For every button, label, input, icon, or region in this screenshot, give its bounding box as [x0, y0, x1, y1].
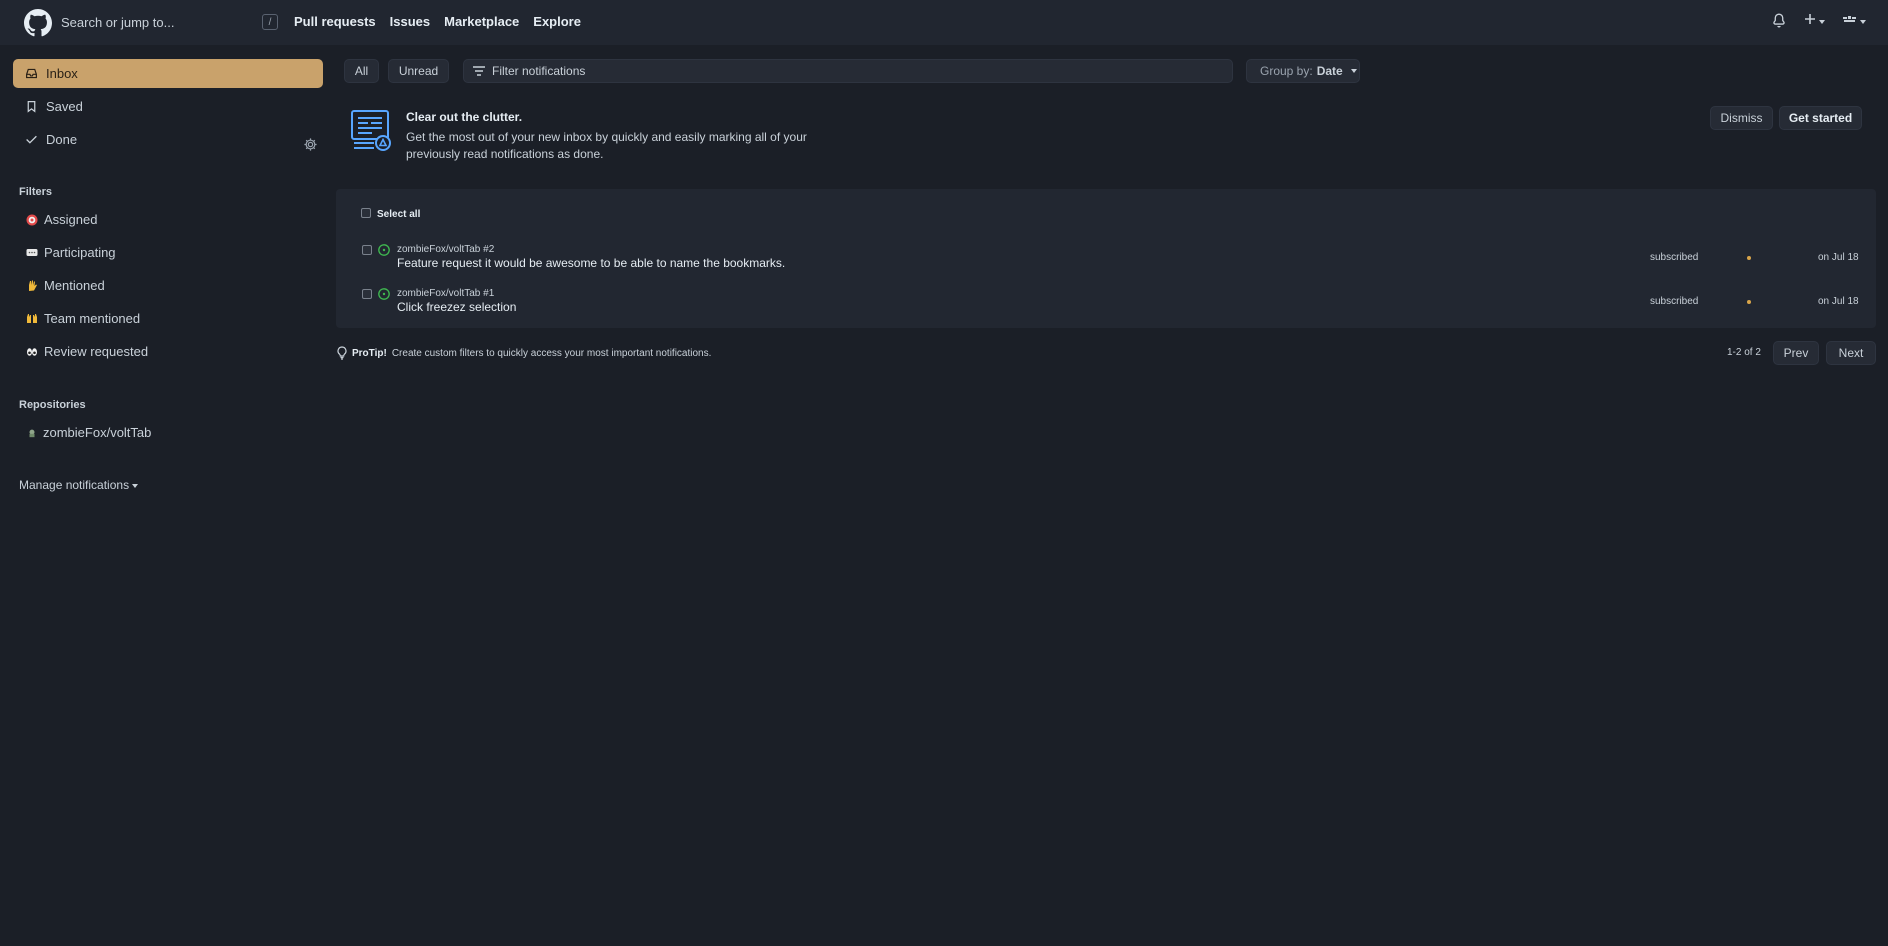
sidebar-item-repo[interactable]: zombieFox/voltTab	[27, 425, 151, 440]
avatar	[1843, 16, 1856, 22]
group-by-select[interactable]: Group by: Date	[1246, 59, 1360, 83]
unread-dot	[1747, 300, 1751, 304]
notification-date: on Jul 18	[1818, 296, 1859, 307]
nav-issues[interactable]: Issues	[390, 14, 430, 29]
eyes-emoji-icon	[27, 347, 37, 356]
filter-label: Mentioned	[44, 278, 105, 293]
notification-repo[interactable]: zombieFox/voltTab #1	[397, 288, 494, 299]
filter-label: Participating	[44, 245, 116, 260]
bookmark-icon	[27, 101, 36, 113]
filter-label: Team mentioned	[44, 311, 141, 326]
raised-hands-emoji-icon	[27, 313, 37, 323]
open-issue-icon	[378, 288, 390, 300]
bell-icon[interactable]	[1772, 13, 1786, 28]
notification-reason: subscribed	[1650, 296, 1699, 307]
nav-explore[interactable]: Explore	[533, 14, 581, 29]
filter-participating[interactable]: Participating	[26, 245, 116, 260]
dart-emoji-icon	[26, 214, 38, 225]
search-placeholder: Search or jump to...	[61, 14, 175, 30]
select-all-checkbox[interactable]	[361, 208, 371, 218]
sidebar-item-inbox[interactable]: Inbox	[13, 59, 323, 88]
filters-title: Filters	[19, 186, 53, 198]
filter-label: Assigned	[44, 212, 98, 227]
group-by-value: Date	[1316, 64, 1343, 78]
nav-pull-requests[interactable]: Pull requests	[294, 14, 376, 29]
notification-checkbox[interactable]	[362, 289, 372, 299]
sidebar-item-label: Inbox	[46, 66, 78, 81]
notification-reason: subscribed	[1650, 252, 1699, 263]
notification-repo[interactable]: zombieFox/voltTab #2	[397, 244, 494, 255]
protip: ProTip! Create custom filters to quickly…	[337, 346, 711, 360]
notification-title[interactable]: Feature request it would be awesome to b…	[397, 256, 785, 270]
open-issue-icon	[378, 244, 390, 256]
sidebar-item-done[interactable]: Done	[13, 125, 323, 154]
sidebar-item-label: Done	[46, 132, 78, 147]
gear-icon[interactable]	[303, 137, 318, 152]
banner-title: Clear out the clutter.	[406, 110, 523, 124]
filter-mentioned[interactable]: Mentioned	[26, 278, 105, 293]
slash-shortcut-hint: /	[262, 14, 278, 30]
chevron-down-icon	[1350, 69, 1357, 73]
chevron-down-icon	[1860, 19, 1866, 24]
protip-label: ProTip!	[352, 347, 387, 359]
filter-team-mentioned[interactable]: Team mentioned	[26, 311, 140, 326]
notification-checkbox[interactable]	[362, 245, 372, 255]
create-new-button[interactable]	[1804, 13, 1825, 28]
speech-bubble-emoji-icon	[26, 248, 38, 256]
filter-label: Review requested	[44, 344, 149, 359]
top-header: Search or jump to... / Pull requests Iss…	[0, 0, 1888, 45]
header-nav: Pull requests Issues Marketplace Explore	[294, 14, 581, 29]
raised-hand-emoji-icon	[29, 280, 37, 291]
inbox-clutter-illustration-icon	[351, 110, 391, 151]
notification-title[interactable]: Click freezez selection	[397, 300, 516, 314]
header-actions	[1772, 13, 1866, 28]
repositories-title: Repositories	[19, 399, 86, 411]
plus-icon	[1805, 14, 1815, 24]
check-icon	[26, 135, 37, 144]
search-input[interactable]: Search or jump to...	[61, 11, 281, 33]
tab-all[interactable]: All	[344, 59, 379, 83]
filter-review-requested[interactable]: Review requested	[26, 344, 148, 359]
chevron-down-icon	[1819, 19, 1825, 24]
next-button[interactable]: Next	[1826, 341, 1876, 365]
notification-date: on Jul 18	[1818, 252, 1859, 263]
manage-notifications-button[interactable]: Manage notifications	[19, 478, 139, 492]
chevron-down-icon	[132, 483, 139, 488]
unread-dot	[1747, 256, 1751, 260]
banner-text: Get the most out of your new inbox by qu…	[406, 130, 807, 161]
filter-assigned[interactable]: Assigned	[26, 212, 97, 227]
get-started-button[interactable]: Get started	[1779, 106, 1862, 130]
filter-notifications-input[interactable]: Filter notifications	[463, 59, 1233, 83]
prev-button[interactable]: Prev	[1773, 341, 1819, 365]
pagination-count: 1-2 of 2	[1727, 347, 1761, 358]
github-logo-icon[interactable]	[24, 9, 52, 37]
inbox-icon	[26, 68, 37, 79]
sidebar-item-label: Saved	[46, 99, 83, 114]
dismiss-button[interactable]: Dismiss	[1710, 106, 1773, 130]
light-bulb-icon	[337, 346, 347, 360]
group-by-prefix: Group by:	[1260, 64, 1313, 78]
tab-unread[interactable]: Unread	[388, 59, 449, 83]
nav-marketplace[interactable]: Marketplace	[444, 14, 519, 29]
repo-label: zombieFox/voltTab	[43, 425, 152, 440]
filter-icon	[473, 66, 485, 76]
sidebar	[0, 45, 330, 946]
sidebar-item-saved[interactable]: Saved	[13, 92, 323, 121]
filter-placeholder: Filter notifications	[492, 64, 586, 78]
repo-avatar-icon	[29, 429, 35, 437]
user-menu-button[interactable]	[1843, 13, 1866, 28]
manage-label: Manage notifications	[19, 478, 130, 492]
protip-text: Create custom filters to quickly access …	[391, 347, 712, 359]
select-all-label: Select all	[377, 209, 421, 220]
